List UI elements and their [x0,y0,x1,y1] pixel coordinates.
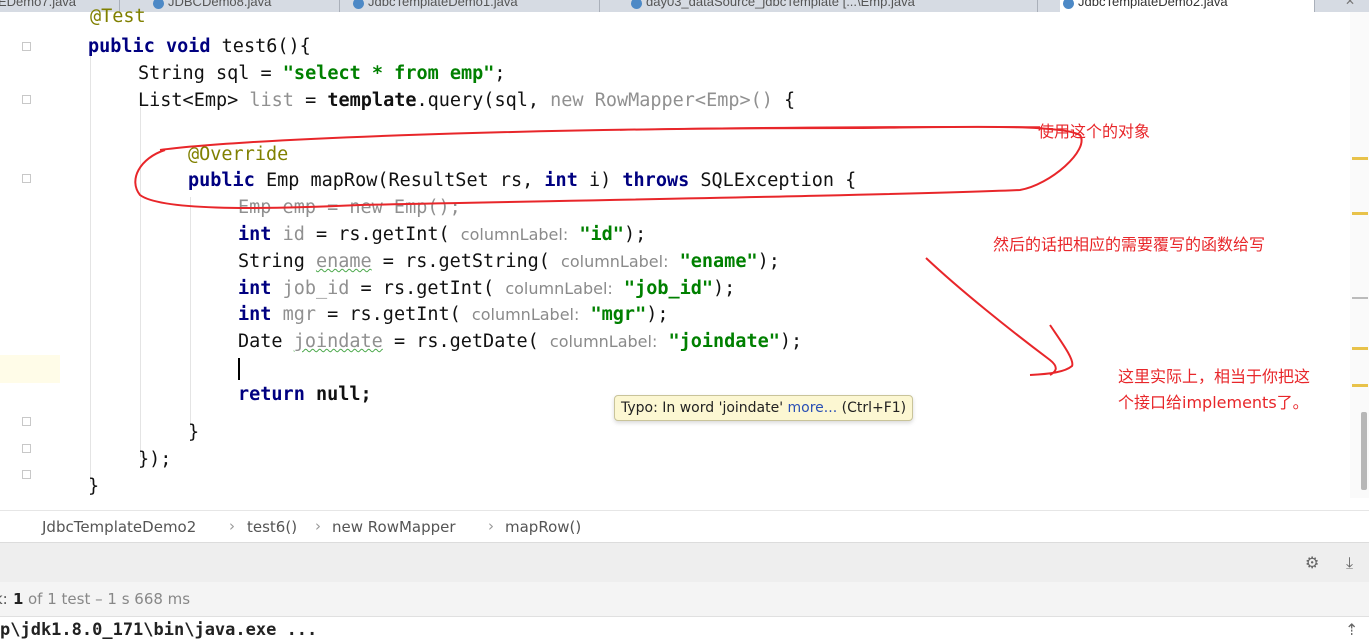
red-annotation-layer [134,125,1083,376]
annotation-note-implements-2: 个接口给implements了。 [1118,393,1309,412]
red-ellipse-mark [134,125,1083,209]
annotation-note-override: 然后的话把相应的需要覆写的函数给写 [993,235,1266,254]
red-arrow-mark [925,257,1074,376]
annotation-note-implements-1: 这里实际上，相当于你把这 [1118,367,1311,386]
annotation-note-object: 使用这个的对象 [1038,122,1151,141]
